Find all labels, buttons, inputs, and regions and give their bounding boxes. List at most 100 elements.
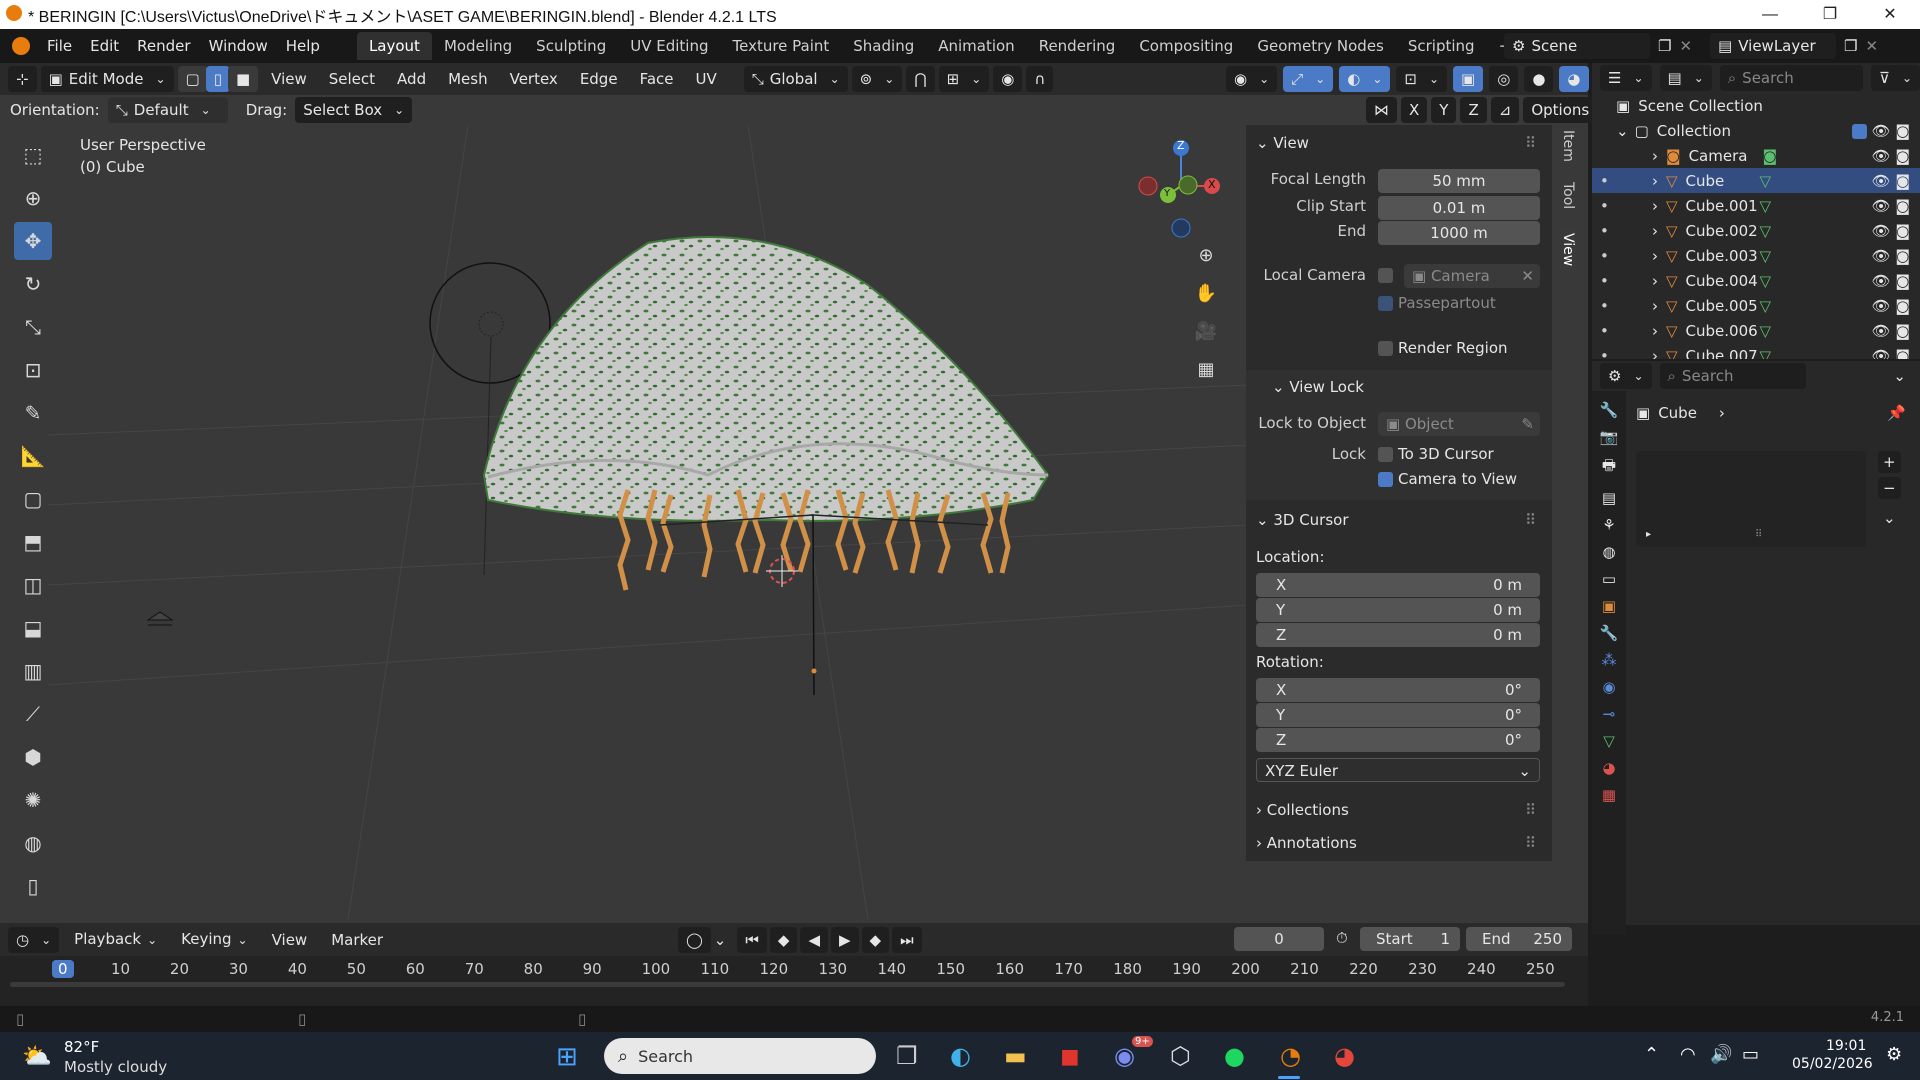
outliner-item[interactable]: • › ▽ Cube ▽ 👁 ◙ — [1592, 168, 1920, 193]
mesh-data-icon[interactable]: ▽ — [1760, 197, 1772, 215]
camera-view-icon[interactable]: 🎥 — [1191, 316, 1221, 346]
maximize-button[interactable]: ❐ — [1800, 0, 1860, 29]
eye-icon[interactable]: 👁 — [1872, 322, 1891, 340]
to-3d-cursor-checkbox[interactable] — [1378, 447, 1393, 462]
wireframe-shading-button[interactable]: ◎ — [1489, 66, 1519, 92]
solid-shading-button[interactable]: ● — [1524, 66, 1554, 92]
collection-tab-icon[interactable]: ▭ — [1602, 570, 1616, 588]
ortho-grid-icon[interactable]: ▦ — [1191, 354, 1221, 384]
auto-keying-icon[interactable]: ◯ — [678, 927, 711, 953]
loop-cut-tool-icon[interactable]: ▥ — [14, 652, 52, 690]
outliner-item[interactable]: • › ▽ Cube.003 ▽ 👁 ◙ — [1592, 243, 1920, 268]
falloff-selector[interactable]: ∩ — [1026, 66, 1054, 92]
camera-to-view-checkbox[interactable] — [1378, 472, 1393, 487]
start-frame-field[interactable]: Start 1 — [1360, 927, 1460, 951]
render-tab-icon[interactable]: 📷 — [1600, 428, 1619, 446]
tab-geometry-nodes[interactable]: Geometry Nodes — [1245, 32, 1396, 60]
inset-tool-icon[interactable]: ◫ — [14, 566, 52, 604]
location-y-field[interactable]: Y 0 m — [1256, 598, 1540, 622]
gizmo-toggle[interactable]: ⤢ — [1283, 66, 1334, 92]
outliner-item[interactable]: • › ▽ Cube.006 ▽ 👁 ◙ — [1592, 318, 1920, 343]
face-select-button[interactable]: ■ — [227, 66, 259, 92]
add-cube-tool-icon[interactable]: ▢ — [14, 480, 52, 518]
prev-keyframe-icon[interactable]: ◆ — [769, 927, 798, 953]
annotations-drag-handle-icon[interactable]: ⠿ — [1525, 834, 1536, 852]
collections-section-header[interactable]: › Collections — [1256, 801, 1349, 819]
add-group-icon[interactable]: + — [1878, 451, 1901, 473]
delete-scene-icon[interactable]: ✕ — [1679, 37, 1692, 55]
red-app-icon[interactable]: ◼ — [1060, 1042, 1080, 1070]
mirror-x-toggle[interactable]: X — [1401, 97, 1428, 123]
viewlayer-selector[interactable]: ▤ ViewLayer — [1710, 33, 1837, 59]
tab-shading[interactable]: Shading — [841, 32, 926, 60]
mesh-data-icon[interactable]: ▽ — [1760, 272, 1772, 290]
expand-chevron-icon[interactable]: › — [1652, 272, 1658, 290]
edge-slide-tool-icon[interactable]: ▯ — [14, 867, 52, 905]
poly-build-tool-icon[interactable]: ⬢ — [14, 738, 52, 776]
render-camera-icon[interactable]: ◙ — [1895, 222, 1910, 240]
current-frame-field[interactable]: 0 — [1234, 927, 1324, 951]
drag-selector[interactable]: Select Box — [295, 97, 413, 123]
battery-icon[interactable]: ▭ — [1742, 1044, 1759, 1065]
edit-mode-dot-icon[interactable]: • — [1600, 322, 1618, 340]
render-camera-icon[interactable]: ◙ — [1895, 322, 1910, 340]
exclude-checkbox[interactable] — [1851, 123, 1867, 139]
scene-tab-icon[interactable]: ⚘ — [1602, 516, 1615, 534]
menu-file[interactable]: File — [38, 29, 81, 63]
measure-tool-icon[interactable]: 📐 — [14, 437, 52, 475]
proportional-edit-toggle[interactable]: ◉ — [993, 66, 1023, 92]
rotation-z-field[interactable]: Z 0° — [1256, 728, 1540, 752]
menu-face[interactable]: Face — [631, 62, 683, 96]
visibility-selector[interactable]: ◉ — [1226, 66, 1278, 92]
transform-tool-icon[interactable]: ⊡ — [14, 351, 52, 389]
clear-camera-icon[interactable]: ✕ — [1521, 264, 1534, 288]
orientation-selector[interactable]: ⤡ Default — [107, 97, 228, 123]
close-button[interactable]: ✕ — [1860, 0, 1920, 29]
timeline-editor-type[interactable]: ◷ — [8, 926, 60, 953]
edit-mode-dot-icon[interactable]: • — [1600, 172, 1618, 190]
outliner-search[interactable]: ⌕ Search — [1719, 65, 1863, 91]
view-lock-header[interactable]: ⌄ View Lock — [1272, 378, 1364, 396]
menu-select[interactable]: Select — [320, 62, 384, 96]
render-camera-icon[interactable]: ◙ — [1895, 172, 1910, 190]
mesh-data-icon[interactable]: ▽ — [1760, 172, 1772, 190]
mirror-z-toggle[interactable]: Z — [1460, 97, 1487, 123]
menu-marker[interactable]: Marker — [322, 923, 392, 957]
chrome-icon[interactable]: ◕ — [1334, 1042, 1355, 1070]
list-resize-handle-icon[interactable]: ⠿ — [1755, 529, 1762, 540]
volume-icon[interactable]: 🔊 — [1710, 1044, 1732, 1065]
edit-mode-dot-icon[interactable]: • — [1600, 297, 1618, 315]
edit-mode-dot-icon[interactable]: • — [1600, 222, 1618, 240]
pan-hand-icon[interactable]: ✋ — [1191, 278, 1221, 308]
tab-uv-editing[interactable]: UV Editing — [618, 32, 720, 60]
menu-edit[interactable]: Edit — [81, 29, 128, 63]
extrude-tool-icon[interactable]: ⬒ — [14, 523, 52, 561]
navigation-gizmo[interactable]: Z X Y — [1120, 139, 1230, 240]
tab-rendering[interactable]: Rendering — [1027, 32, 1128, 60]
cursor-tool-icon[interactable]: ⊕ — [14, 179, 52, 217]
menu-timeline-view[interactable]: View — [263, 923, 317, 957]
menu-vertex[interactable]: Vertex — [501, 62, 567, 96]
expand-chevron-icon[interactable]: › — [1652, 197, 1658, 215]
render-camera-icon[interactable]: ◙ — [1895, 197, 1910, 215]
clip-start-field[interactable]: 0.01 m — [1378, 196, 1540, 220]
spin-tool-icon[interactable]: ✺ — [14, 781, 52, 819]
move-tool-icon[interactable]: ✥ — [14, 222, 52, 260]
mirror-icon[interactable]: ⋈ — [1366, 97, 1397, 123]
clip-end-field[interactable]: 1000 m — [1378, 221, 1540, 245]
outliner-editor-type[interactable]: ☰ — [1600, 65, 1652, 91]
tab-scripting[interactable]: Scripting — [1396, 32, 1487, 60]
properties-search[interactable]: ⌕ Search — [1659, 363, 1806, 389]
edit-mode-dot-icon[interactable]: • — [1600, 197, 1618, 215]
physics-tab-icon[interactable]: ◉ — [1602, 678, 1615, 696]
mesh-data-icon[interactable]: ▽ — [1760, 322, 1772, 340]
edit-mode-dot-icon[interactable]: • — [1600, 272, 1618, 290]
cursor-section-header[interactable]: ⌄ 3D Cursor — [1256, 511, 1349, 529]
particles-tab-icon[interactable]: ⁂ — [1602, 651, 1617, 669]
local-camera-checkbox[interactable] — [1378, 268, 1393, 283]
expand-chevron-icon[interactable]: › — [1652, 247, 1658, 265]
file-explorer-icon[interactable]: ▬ — [1004, 1042, 1027, 1070]
annotations-section-header[interactable]: › Annotations — [1256, 834, 1357, 852]
render-camera-icon[interactable]: ◙ — [1895, 247, 1910, 265]
rotate-tool-icon[interactable]: ↻ — [14, 265, 52, 303]
